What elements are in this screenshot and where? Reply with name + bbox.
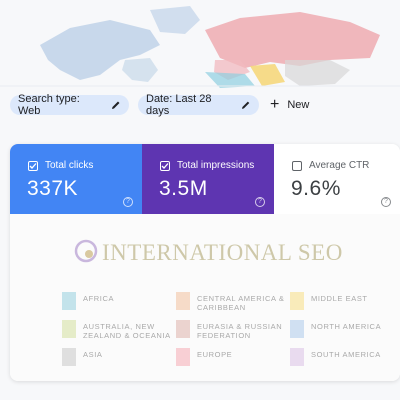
new-filter-button[interactable]: + New: [270, 94, 309, 116]
watermark-title: INTERNATIONAL SEO: [102, 240, 343, 265]
checkbox-icon[interactable]: [292, 160, 302, 171]
legend-item: Eurasia & Russian Federation: [176, 320, 287, 340]
new-filter-label: New: [287, 99, 310, 111]
date-filter-chip[interactable]: Date: Last 28 days: [138, 93, 259, 117]
total-clicks-metric[interactable]: Total clicks 337K ?: [10, 144, 142, 214]
help-icon[interactable]: ?: [123, 197, 133, 207]
legend-item: Africa: [62, 292, 114, 310]
legend-swatch: [290, 320, 304, 338]
total-impressions-label: Total impressions: [177, 160, 255, 171]
plus-icon: +: [270, 96, 280, 113]
legend-swatch: [176, 292, 190, 310]
performance-card: Total clicks 337K ? Total impressions 3.…: [10, 144, 400, 381]
globe-logo-icon: [74, 239, 98, 263]
legend-item: Europe: [176, 348, 232, 366]
legend-item: Middle East: [290, 292, 368, 310]
legend-swatch: [290, 292, 304, 310]
legend-item: Asia: [62, 348, 103, 366]
pencil-icon: [242, 101, 250, 109]
total-clicks-value: 337K: [27, 177, 79, 200]
total-impressions-value: 3.5M: [159, 177, 208, 200]
checkbox-icon[interactable]: [160, 160, 170, 171]
legend-swatch: [176, 348, 190, 366]
total-impressions-metric[interactable]: Total impressions 3.5M ?: [142, 144, 274, 214]
search-type-filter-label: Search type: Web: [18, 93, 80, 117]
search-type-filter-chip[interactable]: Search type: Web: [10, 93, 129, 117]
legend-item: Central America & Caribbean: [176, 292, 287, 312]
checkbox-icon[interactable]: [28, 160, 38, 171]
watermark-legend: INTERNATIONAL SEO Africa Central America…: [10, 214, 400, 381]
average-ctr-value: 9.6%: [291, 177, 341, 200]
legend-swatch: [62, 320, 76, 338]
legend-item: South America: [290, 348, 381, 366]
date-filter-label: Date: Last 28 days: [146, 93, 212, 117]
average-ctr-metric[interactable]: Average CTR 9.6% ?: [274, 144, 400, 214]
legend-swatch: [176, 320, 190, 338]
total-clicks-label: Total clicks: [45, 160, 94, 171]
legend-swatch: [290, 348, 304, 366]
average-ctr-label: Average CTR: [309, 160, 370, 171]
help-icon[interactable]: ?: [381, 197, 391, 207]
legend-item: North America: [290, 320, 381, 338]
legend-swatch: [62, 348, 76, 366]
legend-item: Australia, New Zealand & Oceania: [62, 320, 173, 340]
legend-swatch: [62, 292, 76, 310]
help-icon[interactable]: ?: [255, 197, 265, 207]
pencil-icon: [112, 101, 120, 109]
